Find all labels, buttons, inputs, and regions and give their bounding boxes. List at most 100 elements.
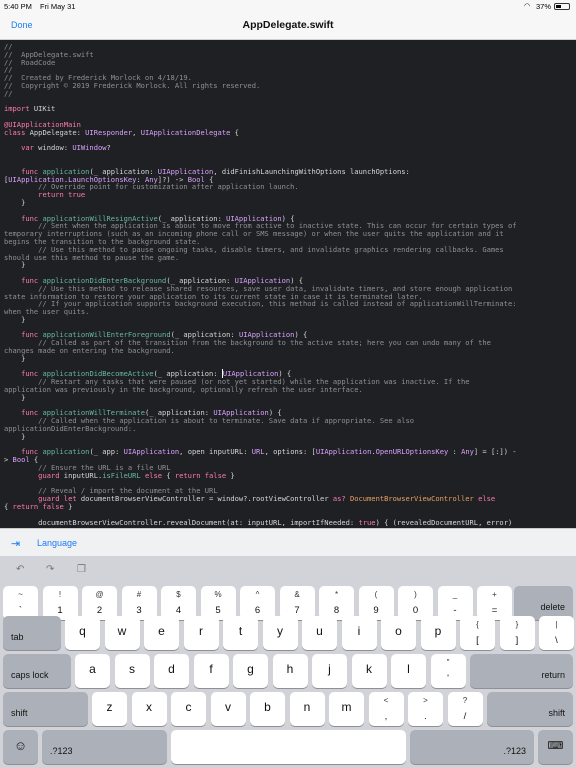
- space-bar[interactable]: [171, 730, 406, 764]
- emoji-key[interactable]: ☺: [3, 730, 38, 764]
- key-letter: c: [185, 700, 192, 714]
- key-2[interactable]: @2: [82, 586, 117, 620]
- key-symbol: ]: [515, 635, 519, 646]
- key-9[interactable]: (9: [358, 586, 394, 620]
- redo-icon[interactable]: ↷: [46, 564, 54, 575]
- key-letter: m: [341, 700, 352, 714]
- key-symbol: /: [463, 711, 467, 722]
- key-period[interactable]: >.: [408, 692, 443, 726]
- key-c[interactable]: c: [171, 692, 206, 726]
- key-d[interactable]: d: [154, 654, 189, 688]
- key-8[interactable]: * 8: [319, 586, 354, 620]
- key-label: tab: [11, 632, 24, 642]
- key-b[interactable]: b: [250, 692, 285, 726]
- key-f[interactable]: f: [193, 654, 229, 688]
- navigation-bar: Done AppDelegate.swift: [0, 12, 576, 40]
- shift-right-key[interactable]: shift: [487, 692, 573, 726]
- tab-key[interactable]: tab: [3, 616, 61, 650]
- key-letter: h: [286, 662, 294, 676]
- key-7[interactable]: & 7: [279, 586, 315, 620]
- key-quote[interactable]: " ': [430, 654, 466, 688]
- key-a[interactable]: a: [75, 654, 110, 688]
- key-symbol: .: [424, 711, 427, 722]
- key-letter: d: [168, 662, 175, 676]
- key-0[interactable]: ) 0: [398, 586, 433, 620]
- key-shift-symbol: ^: [255, 590, 260, 599]
- key-q[interactable]: q: [65, 616, 100, 650]
- key-slash[interactable]: ? /: [447, 692, 483, 726]
- key-j[interactable]: j: [312, 654, 347, 688]
- key-shift-symbol: +: [492, 590, 497, 599]
- key-k[interactable]: k: [351, 654, 387, 688]
- keyboard-icon: ⌨: [547, 740, 564, 752]
- key-h[interactable]: h: [272, 654, 308, 688]
- key-shift-symbol: ": [446, 658, 450, 667]
- key-r[interactable]: r: [183, 616, 219, 650]
- key-shift-symbol: _: [452, 590, 458, 599]
- key-letter: w: [117, 624, 127, 638]
- key-i[interactable]: i: [341, 616, 377, 650]
- key-letter: b: [264, 700, 271, 714]
- key-letter: f: [209, 662, 213, 676]
- key--[interactable]: _ -: [437, 586, 473, 620]
- key-[[interactable]: {[: [460, 616, 495, 650]
- key-y[interactable]: y: [262, 616, 298, 650]
- delete-key[interactable]: delete: [514, 586, 573, 620]
- key-=[interactable]: + =: [477, 586, 512, 620]
- key-`[interactable]: ~ `: [3, 586, 38, 620]
- key-shift-symbol: ): [414, 590, 417, 599]
- key-label: caps lock: [11, 670, 49, 680]
- key-shift-symbol: *: [334, 590, 339, 599]
- key-letter: e: [158, 624, 165, 638]
- language-button[interactable]: Language: [37, 538, 77, 548]
- key-v[interactable]: v: [210, 692, 246, 726]
- key-shift-symbol: <: [383, 696, 389, 705]
- code-editor[interactable]: // // AppDelegate.swift // RoadCode // /…: [0, 40, 576, 528]
- numbers-left-key[interactable]: .?123: [42, 730, 167, 764]
- key-l[interactable]: l: [391, 654, 426, 688]
- key-g[interactable]: g: [233, 654, 268, 688]
- key-n[interactable]: n: [289, 692, 325, 726]
- key-3[interactable]: #3: [121, 586, 157, 620]
- key-1[interactable]: ! 1: [42, 586, 78, 620]
- hide-keyboard-key[interactable]: ⌨: [538, 730, 573, 764]
- wifi-icon: ◠: [523, 3, 531, 10]
- key-m[interactable]: m: [329, 692, 364, 726]
- numbers-right-key[interactable]: .?123: [410, 730, 534, 764]
- indent-arrow-icon[interactable]: ⇥: [11, 537, 20, 550]
- key-p[interactable]: p: [420, 616, 456, 650]
- key-symbol: 4: [175, 605, 182, 616]
- key-o[interactable]: o: [381, 616, 416, 650]
- key-symbol: 7: [294, 605, 300, 616]
- key-w[interactable]: w: [104, 616, 140, 650]
- caps-lock-key[interactable]: caps lock: [3, 654, 71, 688]
- key-shift-symbol: }: [515, 620, 519, 629]
- key-shift-symbol: ~: [18, 590, 23, 599]
- key-symbol: 1: [57, 605, 63, 616]
- key-x[interactable]: x: [131, 692, 167, 726]
- key-shift-symbol: (: [374, 590, 378, 599]
- return-key[interactable]: return: [470, 654, 573, 688]
- key-comma[interactable]: <,: [368, 692, 404, 726]
- key-t[interactable]: t: [223, 616, 258, 650]
- key-][interactable]: }]: [499, 616, 535, 650]
- code-text[interactable]: // // AppDelegate.swift // RoadCode // /…: [4, 43, 572, 526]
- status-bar: 5:40 PM Fri May 31 ◠ 37%: [0, 0, 576, 12]
- key-6[interactable]: ^ 6: [240, 586, 275, 620]
- key-label: delete: [540, 602, 565, 612]
- paste-icon[interactable]: ❐: [77, 564, 86, 575]
- key-s[interactable]: s: [114, 654, 150, 688]
- key-e[interactable]: e: [144, 616, 179, 650]
- key-\[interactable]: | \: [539, 616, 574, 650]
- key-5[interactable]: % 5: [200, 586, 236, 620]
- key-z[interactable]: z: [92, 692, 127, 726]
- shift-left-key[interactable]: shift: [3, 692, 88, 726]
- key-shift-symbol: &: [294, 590, 300, 599]
- status-time: 5:40 PM: [4, 2, 32, 11]
- key-4[interactable]: $4: [161, 586, 196, 620]
- key-letter: v: [225, 700, 231, 714]
- key-u[interactable]: u: [302, 616, 337, 650]
- key-shift-symbol: $: [176, 590, 181, 599]
- key-symbol: 3: [136, 605, 142, 616]
- undo-icon[interactable]: ↶: [16, 564, 24, 575]
